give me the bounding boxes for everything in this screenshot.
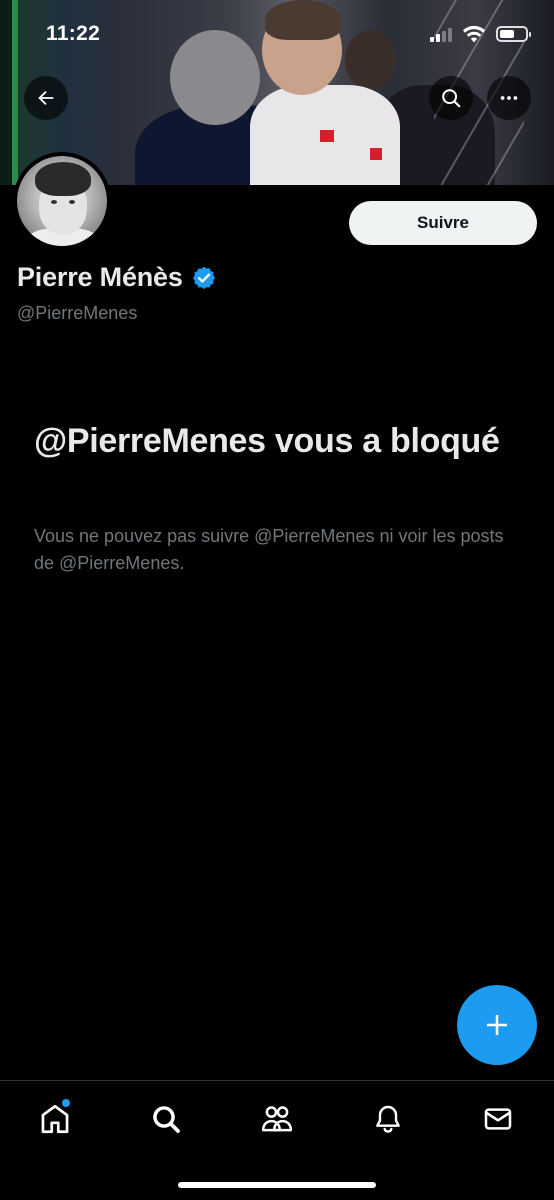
home-indicator[interactable] [178,1182,376,1188]
communities-icon [261,1106,293,1132]
more-button[interactable] [487,76,531,120]
home-icon [41,1104,69,1134]
search-button[interactable] [429,76,473,120]
wifi-icon [463,25,485,43]
nav-notifications[interactable] [360,1099,416,1139]
nav-communities[interactable] [249,1099,305,1139]
blocked-description: Vous ne pouvez pas suivre @PierreMenes n… [34,526,504,573]
search-icon [442,89,461,108]
follow-button[interactable]: Suivre [349,201,537,245]
nav-home[interactable] [27,1099,83,1139]
blocked-title: @PierreMenes vous a bloqué [34,422,500,460]
banner-detail [320,130,334,142]
battery-icon [496,26,531,42]
display-name: Pierre Ménès [17,262,183,292]
compose-button[interactable] [457,985,537,1065]
banner-detail [370,148,382,160]
profile-handle: @PierreMenes [17,303,138,323]
battery-fill [500,30,515,38]
status-icons [430,25,531,43]
mail-icon [484,1108,512,1130]
more-horizontal-icon [500,96,518,100]
verified-badge-icon[interactable] [191,265,217,291]
cellular-signal-icon [430,26,452,42]
avatar[interactable] [13,152,111,250]
avatar-image [17,156,107,246]
bell-icon [376,1105,400,1133]
arrow-left-icon [38,90,54,106]
nav-search[interactable] [138,1099,194,1139]
notification-dot [62,1099,70,1107]
back-button[interactable] [24,76,68,120]
plus-icon [487,1015,507,1035]
display-name-row: Pierre Ménès [17,262,217,293]
status-bar: 11:22 [0,0,554,70]
status-time: 11:22 [46,22,101,45]
nav-messages[interactable] [470,1099,526,1139]
search-icon [153,1106,180,1133]
